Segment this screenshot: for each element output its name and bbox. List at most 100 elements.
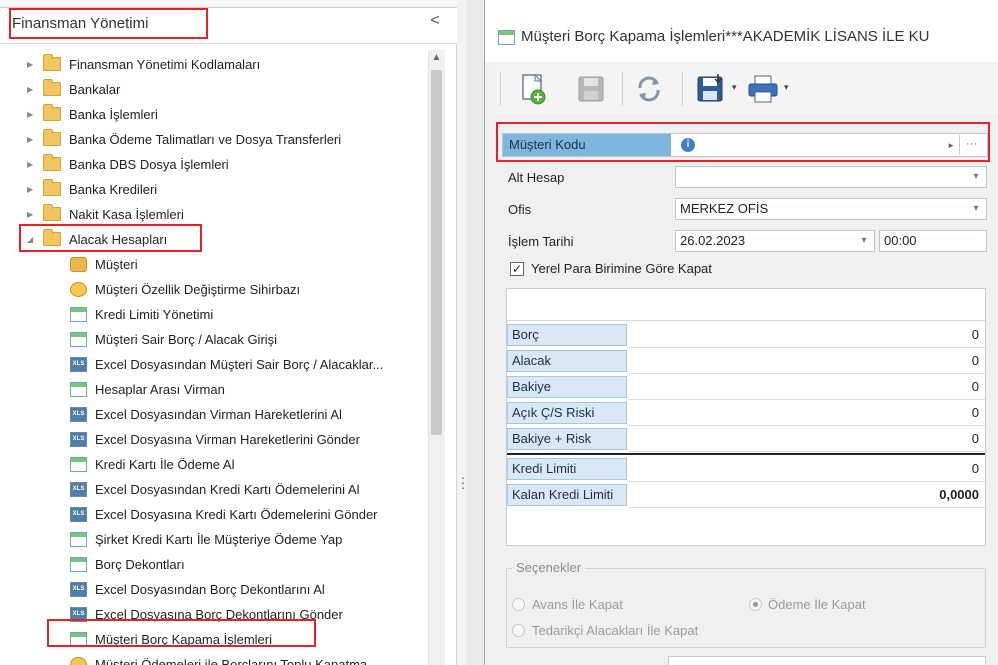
- export-save-icon[interactable]: [694, 72, 728, 106]
- tree-item[interactable]: Hesaplar Arası Virman: [0, 377, 428, 402]
- wizard-icon: [70, 282, 87, 297]
- tree-item[interactable]: ▶ Banka Kredileri: [0, 177, 428, 202]
- chevron-down-icon[interactable]: ▾: [968, 167, 984, 187]
- tree-item-label: Müşteri: [95, 257, 138, 272]
- folder-icon: [43, 229, 61, 246]
- tree-item-label: Banka DBS Dosya İşlemleri: [69, 157, 229, 172]
- expand-arrow-icon[interactable]: ▶: [27, 177, 33, 202]
- expand-arrow-icon[interactable]: ▶: [27, 52, 33, 77]
- expand-arrow-icon[interactable]: ▶: [27, 202, 33, 227]
- window-icon: [70, 632, 87, 647]
- chevron-down-icon[interactable]: ▾: [856, 231, 872, 251]
- export-dropdown-icon[interactable]: ▾: [732, 82, 737, 93]
- summary-row: Bakiye + Risk 0: [507, 426, 985, 452]
- tree-item-label: Banka İşlemleri: [69, 107, 158, 122]
- tree-item[interactable]: ▶ Bankalar: [0, 77, 428, 102]
- tree-item[interactable]: ◢ Alacak Hesapları: [0, 227, 428, 252]
- tree-item[interactable]: XLS Excel Dosyasından Müşteri Sair Borç /…: [0, 352, 428, 377]
- expand-arrow-icon[interactable]: ▶: [27, 102, 33, 127]
- tree-item[interactable]: Müşteri Özellik Değiştirme Sihirbazı: [0, 277, 428, 302]
- tree-item[interactable]: XLS Excel Dosyasından Virman Hareketlerin…: [0, 402, 428, 427]
- save-icon[interactable]: [574, 72, 608, 106]
- folder-icon: [43, 79, 61, 96]
- print-dropdown-icon[interactable]: ▾: [784, 82, 789, 93]
- info-icon[interactable]: i: [681, 138, 695, 152]
- ofis-label: Ofis: [508, 202, 532, 217]
- folder-icon: [43, 154, 61, 171]
- excel-icon: XLS: [70, 432, 87, 447]
- tree-item[interactable]: XLS Excel Dosyasından Borç Dekontlarını A…: [0, 577, 428, 602]
- expand-arrow-icon[interactable]: ▶: [27, 152, 33, 177]
- summary-value: 0: [971, 431, 979, 446]
- scroll-thumb[interactable]: [431, 70, 442, 435]
- tree-item[interactable]: ▶ Banka Ödeme Talimatları ve Dosya Transf…: [0, 127, 428, 152]
- musteri-kodu-label: Müşteri Kodu: [503, 134, 671, 156]
- ellipsis-lookup-button[interactable]: ···: [959, 135, 983, 155]
- folder-icon: [43, 104, 61, 121]
- tree-item-label: Finansman Yönetimi Kodlamaları: [69, 57, 261, 72]
- tree-item[interactable]: Borç Dekontları: [0, 552, 428, 577]
- summary-separator: [507, 453, 985, 455]
- tree-item-label: Banka Kredileri: [69, 182, 158, 197]
- tree-item[interactable]: Müşteri Borç Kapama İşlemleri: [0, 627, 428, 652]
- tree-item[interactable]: ▶ Nakit Kasa İşlemleri: [0, 202, 428, 227]
- excel-icon: XLS: [70, 357, 87, 372]
- summary-row: Kalan Kredi Limiti 0,0000: [507, 482, 985, 508]
- islem-saat-input[interactable]: 00:00: [879, 230, 987, 252]
- expand-arrow-icon[interactable]: ▶: [27, 77, 33, 102]
- window-title: Müşteri Borç Kapama İşlemleri***AKADEMİK…: [521, 28, 930, 45]
- ofis-select[interactable]: MERKEZ OFİS: [675, 198, 987, 220]
- excel-icon: XLS: [70, 407, 87, 422]
- tree-item[interactable]: Kredi Kartı İle Ödeme Al: [0, 452, 428, 477]
- summary-label: Açık Ç/S Riski: [507, 402, 627, 424]
- tree-item[interactable]: Kredi Limiti Yönetimi: [0, 302, 428, 327]
- summary-label: Bakiye + Risk: [507, 428, 627, 450]
- chevron-down-icon[interactable]: ▾: [968, 199, 984, 219]
- odeme-radio-label: Ödeme İle Kapat: [768, 597, 866, 612]
- yerel-para-checkbox[interactable]: ✓: [510, 262, 524, 276]
- islem-tarihi-date-input[interactable]: 26.02.2023: [675, 230, 875, 252]
- print-icon[interactable]: [746, 72, 780, 106]
- toolbar: ▾ ▾: [496, 64, 998, 114]
- tree-item[interactable]: XLS Excel Dosyasına Borç Dekontlarını Gön…: [0, 602, 428, 627]
- tree-item-label: Excel Dosyasına Virman Hareketlerini Gön…: [95, 432, 360, 447]
- tree-item-label: Müşteri Özellik Değiştirme Sihirbazı: [95, 282, 301, 297]
- refresh-icon[interactable]: [632, 72, 666, 106]
- play-arrow-icon[interactable]: ▸: [944, 135, 958, 155]
- summary-row-line: [629, 451, 985, 452]
- tree-item-label: Müşteri Borç Kapama İşlemleri: [95, 632, 272, 647]
- expanded-arrow-icon[interactable]: ◢: [27, 227, 33, 252]
- tree-item-label: Excel Dosyasından Müşteri Sair Borç / Al…: [95, 357, 384, 372]
- alt-hesap-select[interactable]: [675, 166, 987, 188]
- odeme-radio[interactable]: [749, 598, 762, 611]
- toolbar-separator: [682, 72, 683, 106]
- summary-label: Borç: [507, 324, 627, 346]
- tree-item[interactable]: Müşteri: [0, 252, 428, 277]
- toolbar-separator: [500, 72, 501, 106]
- tree-item[interactable]: ▶ Finansman Yönetimi Kodlamaları: [0, 52, 428, 77]
- panel-splitter[interactable]: [457, 0, 467, 665]
- expand-arrow-icon[interactable]: ▶: [27, 127, 33, 152]
- window-icon: [70, 457, 87, 472]
- collapse-panel-button[interactable]: <: [425, 12, 445, 30]
- tree-item[interactable]: ▶ Banka DBS Dosya İşlemleri: [0, 152, 428, 177]
- summary-row: Kredi Limiti 0: [507, 456, 985, 482]
- summary-row: Alacak 0: [507, 348, 985, 374]
- tree-item-label: Banka Ödeme Talimatları ve Dosya Transfe…: [69, 132, 342, 147]
- new-document-icon[interactable]: [516, 72, 550, 106]
- tree-item[interactable]: XLS Excel Dosyasından Kredi Kartı Ödemele…: [0, 477, 428, 502]
- yerel-para-label: Yerel Para Birimine Göre Kapat: [531, 261, 712, 276]
- tree-item-label: Şirket Kredi Kartı İle Müşteriye Ödeme Y…: [95, 532, 343, 547]
- tree-item[interactable]: XLS Excel Dosyasına Virman Hareketlerini …: [0, 427, 428, 452]
- splitter-grip-icon[interactable]: · · ·: [459, 470, 467, 494]
- excel-icon: XLS: [70, 607, 87, 622]
- tree-item[interactable]: Şirket Kredi Kartı İle Müşteriye Ödeme Y…: [0, 527, 428, 552]
- tree-item[interactable]: Müşteri Ödemeleri ile Borçlarını Toplu K…: [0, 652, 428, 665]
- tree-item[interactable]: Müşteri Sair Borç / Alacak Girişi: [0, 327, 428, 352]
- tree-item[interactable]: XLS Excel Dosyasına Kredi Kartı Ödemeleri…: [0, 502, 428, 527]
- scroll-up-arrow-icon[interactable]: ▲: [428, 52, 445, 68]
- bottom-grid-edge: [668, 656, 986, 665]
- avans-radio[interactable]: [512, 598, 525, 611]
- tedarikci-radio[interactable]: [512, 624, 525, 637]
- tree-item[interactable]: ▶ Banka İşlemleri: [0, 102, 428, 127]
